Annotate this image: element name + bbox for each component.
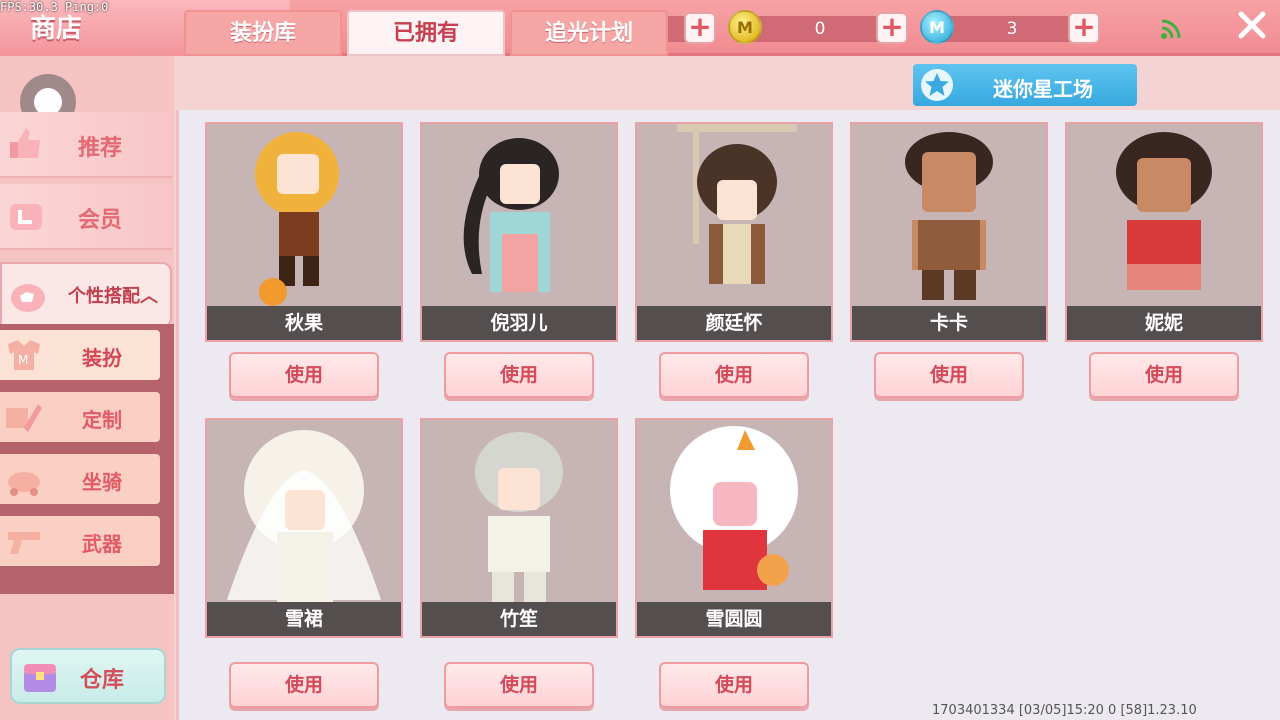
submenu-label: 装扮	[82, 346, 122, 370]
outfit-card[interactable]: 卡卡	[850, 122, 1048, 342]
svg-text:M: M	[18, 353, 28, 367]
outfit-name: 竹笙	[499, 608, 538, 630]
outfit-name: 雪圆圆	[705, 608, 763, 630]
submenu-label: 定制	[82, 408, 122, 432]
sidebar-item-label: 会员	[78, 208, 123, 233]
sidebar-item-customize[interactable]: 个性搭配︿	[0, 262, 172, 328]
workshop-label: 迷你星工场	[993, 77, 1093, 101]
use-button[interactable]: 使用	[444, 352, 594, 398]
outfit-name: 卡卡	[929, 312, 968, 334]
outfit-card[interactable]: 妮妮	[1065, 122, 1263, 342]
tab-owned[interactable]: 已拥有	[347, 10, 505, 56]
use-button[interactable]: 使用	[874, 352, 1024, 398]
close-icon	[1238, 11, 1266, 39]
outfit-preview-image	[227, 430, 381, 602]
sidebar-item-recommend[interactable]: 推荐	[0, 112, 172, 178]
tab-chase-light-plan[interactable]: 追光计划	[510, 10, 668, 56]
owned-outfits-panel: 秋果 使用 倪羽儿 使用 颜廷怀 使用 卡卡 使用 妮妮 使用 雪裙 使用 竹笙…	[176, 110, 1280, 720]
fps-indicator: FPS:30.3 Ping:0	[0, 0, 109, 14]
mount-icon	[8, 472, 40, 496]
use-button[interactable]: 使用	[229, 352, 379, 398]
signal-icon	[1160, 18, 1182, 45]
outfit-card[interactable]: 雪圆圆	[635, 418, 833, 638]
add-gold-currency-button[interactable]: +	[876, 12, 908, 44]
warehouse-label: 仓库	[80, 668, 125, 693]
thumbs-up-icon	[10, 128, 40, 158]
use-button[interactable]: 使用	[659, 662, 809, 708]
outfit-preview-image	[1116, 132, 1212, 290]
submenu-item-outfit[interactable]: M 装扮	[0, 330, 160, 380]
outfit-card[interactable]: 颜廷怀	[635, 122, 833, 342]
sidebar-item-label: 个性搭配︿	[68, 286, 158, 307]
outfit-preview-image	[475, 432, 563, 602]
submenu-label: 武器	[82, 532, 122, 556]
submenu: M 装扮 定制 坐骑 武器	[0, 324, 174, 594]
submenu-item-weapon[interactable]: 武器	[0, 516, 160, 566]
add-blue-currency-button[interactable]: +	[1068, 12, 1100, 44]
outfit-preview-image	[670, 426, 798, 590]
gun-icon	[8, 532, 40, 554]
submenu-item-mount[interactable]: 坐骑	[0, 454, 160, 504]
warehouse-button[interactable]: 仓库	[10, 648, 166, 704]
outfit-card[interactable]: 倪羽儿	[420, 122, 618, 342]
outfit-card[interactable]: 秋果	[205, 122, 403, 342]
warehouse-chest-icon	[24, 664, 56, 692]
outfit-preview-image	[677, 124, 797, 284]
gold-coin-icon: M	[728, 10, 762, 44]
close-button[interactable]	[1234, 8, 1270, 44]
use-button[interactable]: 使用	[229, 662, 379, 708]
use-button[interactable]: 使用	[659, 352, 809, 398]
submenu-item-custom[interactable]: 定制	[0, 392, 160, 442]
outfit-name: 倪羽儿	[490, 312, 548, 334]
tab-outfit-library[interactable]: 装扮库	[184, 10, 342, 56]
blue-mini-coin-icon: M	[920, 10, 954, 44]
currency-blue-amount: 3	[942, 16, 1082, 42]
member-card-icon	[10, 204, 42, 230]
submenu-label: 坐骑	[82, 470, 122, 494]
shirt-icon: M	[8, 340, 40, 370]
add-green-currency-button[interactable]: +	[684, 12, 716, 44]
sidebar-item-member[interactable]: 会员	[0, 184, 172, 250]
sidebar-item-label: 推荐	[78, 136, 123, 161]
outfit-name: 颜廷怀	[705, 312, 763, 334]
outfit-preview-image	[905, 132, 993, 300]
outfit-name: 妮妮	[1144, 312, 1183, 334]
use-button[interactable]: 使用	[1089, 352, 1239, 398]
outfit-card[interactable]: 竹笙	[420, 418, 618, 638]
outfit-name: 雪裙	[284, 608, 323, 630]
currency-gold-amount: 0	[750, 16, 890, 42]
star-icon	[921, 69, 953, 101]
outfit-card[interactable]: 雪裙	[205, 418, 403, 638]
version-info: 1703401334 [03/05]15:20 0 [58]1.23.10	[932, 703, 1197, 718]
customize-icon	[11, 284, 45, 312]
sidebar: 推荐 会员 个性搭配︿ M 装扮 定制 坐骑 武器 仓库	[0, 56, 174, 720]
outfit-preview-image	[255, 132, 339, 306]
mini-star-workshop-button[interactable]: 迷你星工场	[913, 64, 1137, 106]
outfit-preview-image	[463, 138, 559, 292]
pencil-icon	[6, 404, 42, 432]
outfit-name: 秋果	[284, 312, 323, 334]
chevron-up-icon: ︿	[140, 286, 158, 307]
use-button[interactable]: 使用	[444, 662, 594, 708]
